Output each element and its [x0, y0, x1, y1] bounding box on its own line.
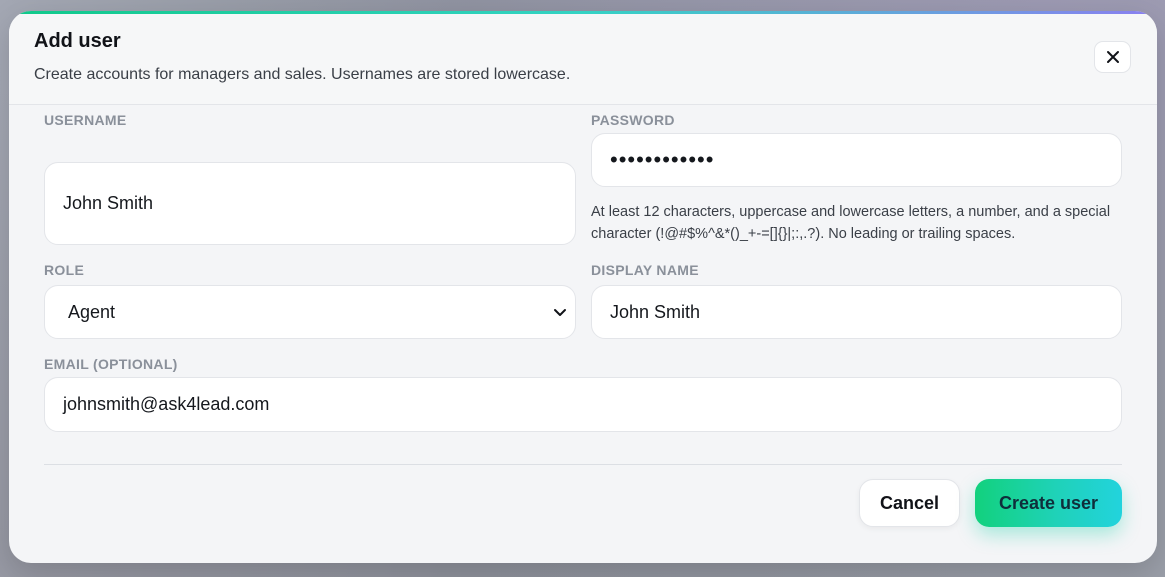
dialog-header: Add user Create accounts for managers an…: [9, 14, 1157, 105]
create-user-button[interactable]: Create user: [975, 479, 1122, 527]
display-name-label: DISPLAY NAME: [591, 262, 699, 278]
footer-divider: [44, 464, 1122, 465]
add-user-dialog: Add user Create accounts for managers an…: [9, 11, 1157, 563]
close-button[interactable]: [1094, 41, 1131, 73]
dialog-title: Add user: [34, 30, 121, 52]
dialog-subtitle: Create accounts for managers and sales. …: [34, 66, 571, 83]
password-label: PASSWORD: [591, 112, 675, 128]
username-input[interactable]: John Smith: [44, 162, 576, 245]
close-icon: [1106, 51, 1119, 63]
password-hint: At least 12 characters, uppercase and lo…: [591, 204, 1111, 242]
role-label: ROLE: [44, 262, 85, 278]
email-label: EMAIL (OPTIONAL): [44, 356, 178, 372]
username-label: USERNAME: [44, 112, 127, 128]
email-input[interactable]: johnsmith@ask4lead.com: [44, 377, 1122, 432]
cancel-button[interactable]: Cancel: [859, 479, 960, 527]
role-select-value: Agent: [68, 301, 116, 322]
chevron-down-icon: [554, 309, 566, 316]
role-select[interactable]: Agent: [44, 285, 576, 339]
display-name-input[interactable]: John Smith: [591, 285, 1122, 339]
password-input[interactable]: ••••••••••••: [591, 133, 1122, 187]
